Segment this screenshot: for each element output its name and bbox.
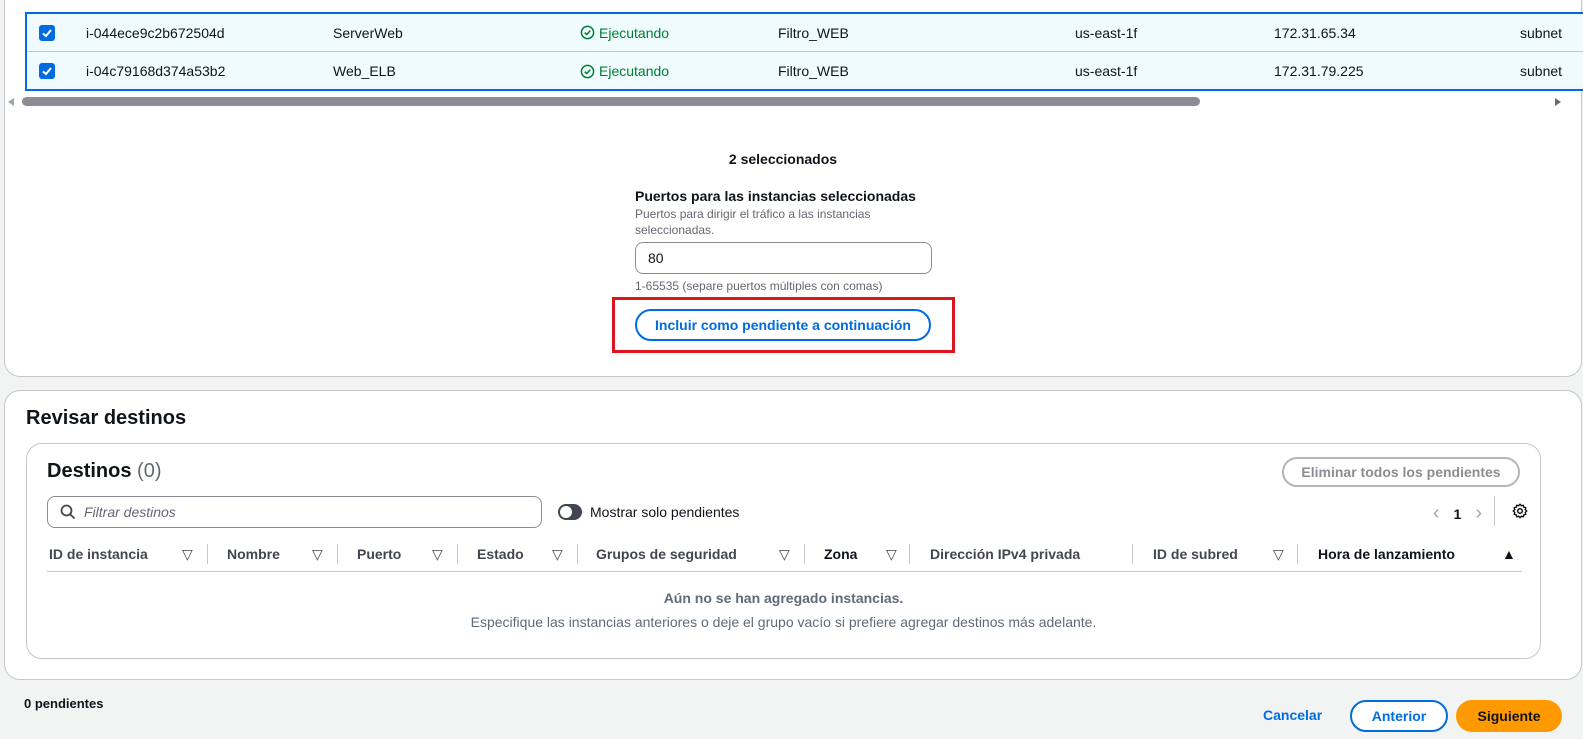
table-row[interactable]: i-044ece9c2b672504d ServerWeb Ejecutando… <box>27 14 1583 52</box>
review-targets-panel: Revisar destinos Destinos (0) Eliminar t… <box>4 390 1582 680</box>
ports-hint: 1-65535 (separe puertos múltiples con co… <box>635 279 883 293</box>
column-header[interactable]: Hora de lanzamiento <box>1318 544 1455 564</box>
show-pending-toggle[interactable]: Mostrar solo pendientes <box>558 504 739 520</box>
scroll-left-icon[interactable] <box>8 98 14 106</box>
scroll-right-icon[interactable] <box>1555 98 1561 106</box>
check-icon <box>42 67 52 76</box>
check-circle-icon <box>580 64 595 78</box>
gear-icon <box>1512 503 1528 519</box>
instance-ip: 172.31.65.34 <box>1274 24 1356 41</box>
column-divider[interactable] <box>457 544 458 564</box>
ports-description: Puertos para dirigir el tráfico a las in… <box>635 207 871 237</box>
sort-up-icon[interactable]: ▲ <box>1502 544 1516 564</box>
column-divider[interactable] <box>577 544 578 564</box>
sort-down-icon[interactable]: ▽ <box>312 544 323 564</box>
column-label: Hora de lanzamiento <box>1318 546 1455 562</box>
next-button[interactable]: Siguiente <box>1456 700 1562 732</box>
sort-down-icon[interactable]: ▽ <box>182 544 193 564</box>
column-header[interactable]: Dirección IPv4 privada <box>930 544 1080 564</box>
search-icon <box>60 504 76 520</box>
ports-label: Puertos para las instancias seleccionada… <box>635 188 916 204</box>
column-divider[interactable] <box>1132 544 1133 564</box>
check-circle-icon <box>580 25 595 40</box>
chevron-left-icon[interactable]: ‹ <box>1433 502 1440 525</box>
instance-security-group: Filtro_WEB <box>778 24 849 41</box>
column-divider[interactable] <box>207 544 208 564</box>
column-label: Zona <box>824 546 858 562</box>
page-number[interactable]: 1 <box>1454 506 1462 522</box>
targets-count: (0) <box>137 460 162 482</box>
column-label: ID de subred <box>1153 546 1238 562</box>
toggle-switch[interactable] <box>558 504 582 520</box>
targets-table-header: ID de instancia ▽ Nombre ▽ Puerto ▽ Esta… <box>47 544 1522 572</box>
include-pending-button[interactable]: Incluir como pendiente a continuación <box>635 309 931 341</box>
empty-state-title: Aún no se han agregado instancias. <box>663 590 904 606</box>
instance-zone: us-east-1f <box>1075 24 1138 41</box>
instance-id: i-044ece9c2b672504d <box>86 24 225 41</box>
review-title: Revisar destinos <box>26 407 187 429</box>
ports-field: Puertos para las instancias seleccionada… <box>635 188 935 293</box>
sort-down-icon[interactable]: ▽ <box>1273 544 1284 564</box>
empty-state-description: Especifique las instancias anteriores o … <box>470 614 1097 630</box>
cancel-button[interactable]: Cancelar <box>1263 707 1322 723</box>
selected-count: 2 seleccionados <box>728 151 838 167</box>
instance-id: i-04c79168d374a53b2 <box>86 63 226 79</box>
instance-subnet: subnet <box>1520 63 1563 79</box>
remove-all-pending-button[interactable]: Eliminar todos los pendientes <box>1282 457 1520 487</box>
sort-down-icon[interactable]: ▽ <box>432 544 443 564</box>
column-label: Grupos de seguridad <box>596 546 737 562</box>
column-divider[interactable] <box>337 544 338 564</box>
instance-state: Ejecutando <box>580 63 669 79</box>
instance-state: Ejecutando <box>580 25 669 41</box>
column-divider[interactable] <box>1297 544 1298 564</box>
sort-down-icon[interactable]: ▽ <box>886 544 897 564</box>
column-header[interactable]: Grupos de seguridad <box>596 544 737 564</box>
column-header[interactable]: Nombre <box>227 544 280 564</box>
instance-name: ServerWeb <box>333 24 403 41</box>
horizontal-scrollbar[interactable] <box>8 96 1561 108</box>
targets-title-label: Destinos <box>47 460 132 482</box>
column-label: Estado <box>477 546 524 562</box>
column-label: Nombre <box>227 546 280 562</box>
toggle-label: Mostrar solo pendientes <box>590 504 740 520</box>
instance-security-group: Filtro_WEB <box>778 63 849 79</box>
targets-container: Destinos (0) Eliminar todos los pendient… <box>26 443 1541 659</box>
column-label: Puerto <box>357 546 402 562</box>
filter-targets-input[interactable]: Filtrar destinos <box>47 496 542 528</box>
sort-down-icon[interactable]: ▽ <box>779 544 790 564</box>
column-divider[interactable] <box>804 544 805 564</box>
toggle-knob <box>560 506 572 518</box>
column-divider[interactable] <box>909 544 910 564</box>
pending-count: 0 pendientes <box>24 696 104 711</box>
preferences-button[interactable] <box>1494 496 1528 526</box>
column-header[interactable]: Estado <box>477 544 524 564</box>
scrollbar-thumb[interactable] <box>22 97 1200 106</box>
column-header[interactable]: ID de subred <box>1153 544 1238 564</box>
check-icon <box>42 28 52 37</box>
row-checkbox[interactable] <box>39 24 55 41</box>
sort-down-icon[interactable]: ▽ <box>552 544 563 564</box>
table-row[interactable]: i-04c79168d374a53b2 Web_ELB Ejecutando F… <box>27 52 1583 89</box>
instance-ip: 172.31.79.225 <box>1274 63 1364 79</box>
filter-placeholder: Filtrar destinos <box>84 504 176 520</box>
instance-state-label: Ejecutando <box>599 24 670 41</box>
instance-state-label: Ejecutando <box>599 63 670 79</box>
previous-button[interactable]: Anterior <box>1350 700 1448 732</box>
instance-name: Web_ELB <box>333 63 396 79</box>
targets-title: Destinos (0) <box>47 460 161 483</box>
row-checkbox[interactable] <box>39 63 55 79</box>
pagination: ‹ 1 › <box>1433 502 1482 525</box>
chevron-right-icon[interactable]: › <box>1475 502 1482 525</box>
column-header[interactable]: ID de instancia <box>49 544 148 564</box>
instance-subnet: subnet <box>1520 24 1563 41</box>
ports-input[interactable] <box>635 242 932 274</box>
column-label: ID de instancia <box>49 546 148 562</box>
column-header[interactable]: Puerto <box>357 544 401 564</box>
column-label: Dirección IPv4 privada <box>930 546 1081 562</box>
instance-zone: us-east-1f <box>1075 63 1138 79</box>
column-header[interactable]: Zona <box>824 544 857 564</box>
selected-instances-table: i-044ece9c2b672504d ServerWeb Ejecutando… <box>25 12 1583 91</box>
